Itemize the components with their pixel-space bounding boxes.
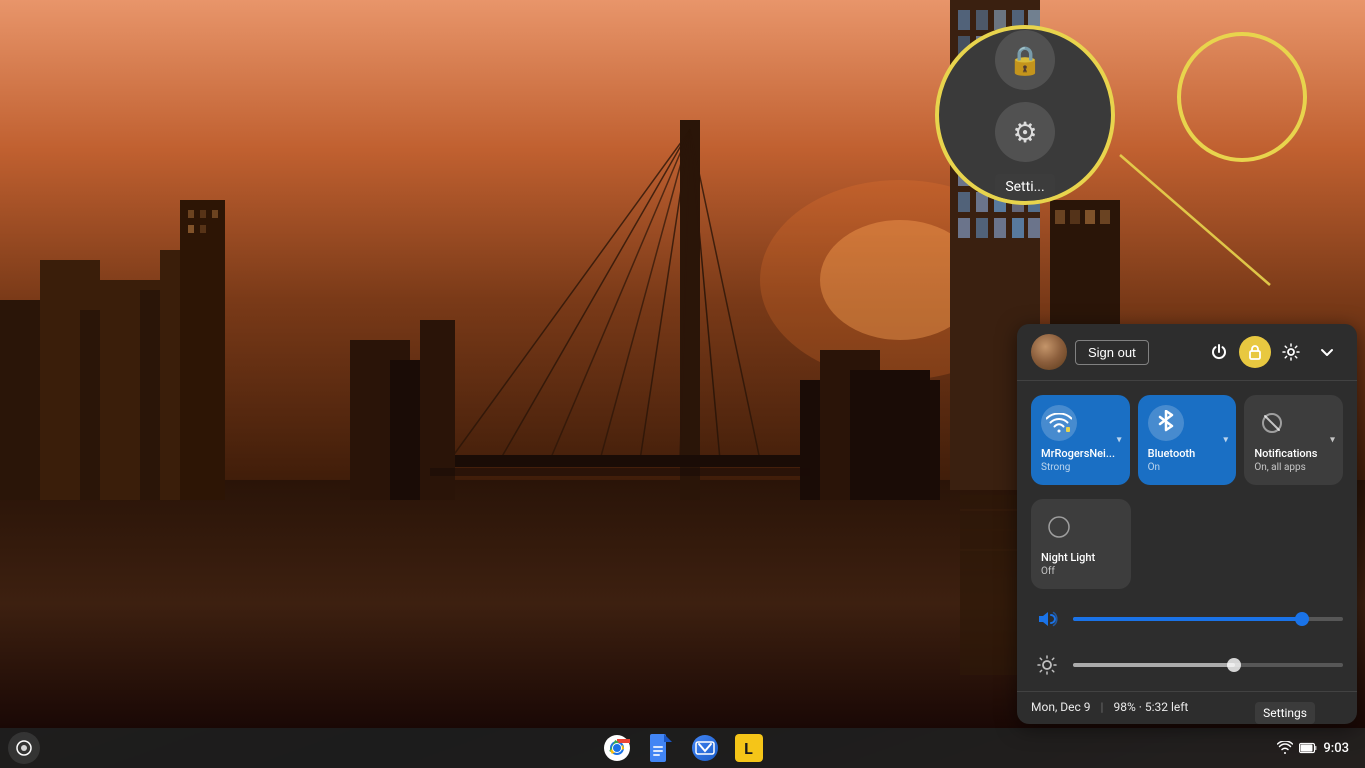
brightness-slider-row [1031,649,1343,681]
qs-header: Sign out [1017,324,1357,381]
notifications-dropdown-arrow[interactable]: ▾ [1330,435,1335,446]
avatar [1031,334,1067,370]
bluetooth-tile[interactable]: Bluetooth On ▾ [1138,395,1237,485]
bluetooth-tile-icon [1148,405,1184,441]
bluetooth-dropdown-arrow[interactable]: ▾ [1223,435,1228,446]
qs-footer: Mon, Dec 9 | 98% · 5:32 left [1017,691,1357,724]
qs-tiles-row2: Night Light Off [1017,499,1357,603]
avatar-image [1031,334,1067,370]
volume-slider-track[interactable] [1073,617,1343,621]
volume-icon [1031,603,1063,635]
brightness-slider-track[interactable] [1073,663,1343,667]
notifications-tile[interactable]: Notifications On, all apps ▾ [1244,395,1343,485]
wifi-dropdown-arrow[interactable]: ▾ [1117,435,1122,446]
bluetooth-tile-status: On [1148,462,1160,473]
lexi-icon: L [735,734,763,762]
qs-date: Mon, Dec 9 [1031,700,1091,714]
bluetooth-tile-name: Bluetooth [1148,447,1196,460]
night-light-icon [1041,509,1077,545]
power-button[interactable] [1203,336,1235,368]
taskbar: L 9:03 [0,728,1365,768]
qs-sliders [1017,603,1357,691]
qs-tiles-grid: MrRogersNei... Strong ▾ Bluetooth On ▾ [1017,381,1357,499]
wifi-tile-icon [1041,405,1077,441]
taskbar-chrome[interactable] [597,728,637,768]
night-light-tile-status: Off [1041,566,1055,577]
taskbar-messages[interactable] [685,728,725,768]
wifi-tile-status: Strong [1041,462,1070,473]
lock-button[interactable] [1239,336,1271,368]
sign-out-button[interactable]: Sign out [1075,340,1149,365]
taskbar-docs[interactable] [641,728,681,768]
brightness-icon [1031,649,1063,681]
quick-settings-panel: Sign out [1017,324,1357,724]
night-light-tile[interactable]: Night Light Off [1031,499,1131,589]
wifi-tile[interactable]: MrRogersNei... Strong ▾ [1031,395,1130,485]
collapse-button[interactable] [1311,336,1343,368]
notifications-tile-icon [1254,405,1290,441]
taskbar-center: L [597,728,769,768]
night-light-tile-name: Night Light [1041,551,1095,564]
settings-button[interactable] [1275,336,1307,368]
qs-battery-text: 98% · 5:32 left [1113,700,1188,714]
notifications-tile-name: Notifications [1254,447,1317,460]
notifications-tile-status: On, all apps [1254,462,1305,473]
system-tray[interactable]: 9:03 [1269,737,1357,760]
launcher-button[interactable] [8,732,40,764]
clock: 9:03 [1323,741,1349,756]
volume-slider-row [1031,603,1343,635]
qs-footer-divider: | [1101,700,1104,714]
wifi-tile-name: MrRogersNei... [1041,447,1115,460]
taskbar-lexi[interactable]: L [729,728,769,768]
taskbar-left [8,732,40,764]
qs-header-icons [1203,336,1343,368]
taskbar-right: 9:03 [1269,737,1357,760]
